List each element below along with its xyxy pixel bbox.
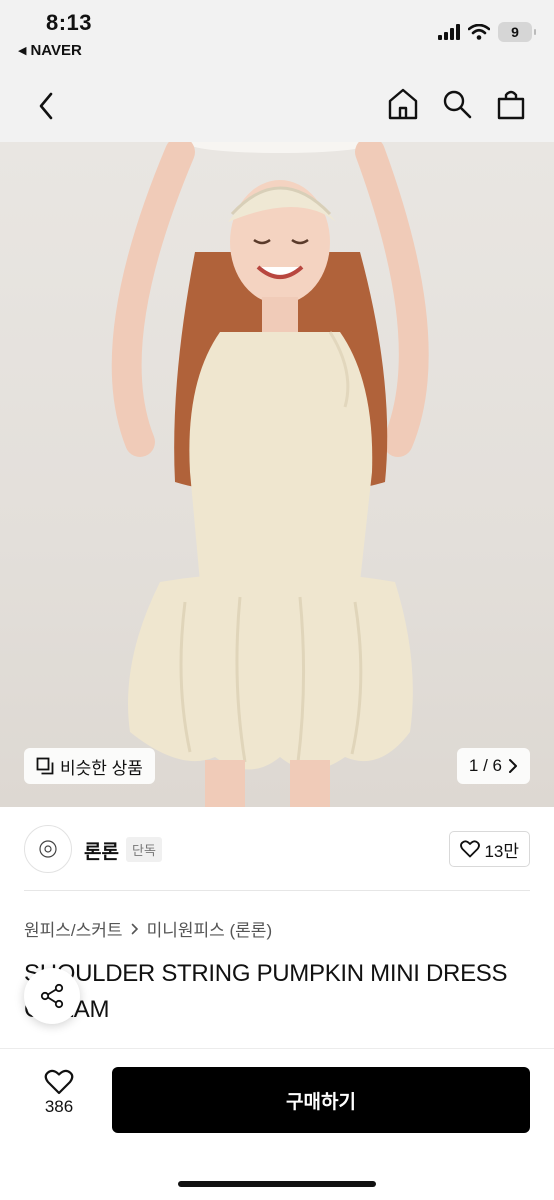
shop-like-button[interactable]: 13만 [449,831,530,867]
similar-products-button[interactable]: 비슷한 상품 [24,748,155,784]
shop-row: 론론 단독 13만 [0,807,554,891]
status-icons: 9 [438,22,536,42]
status-time: 8:13 [46,10,93,35]
battery-level: 9 [511,24,519,40]
home-indicator[interactable] [178,1181,376,1187]
buy-button[interactable]: 구매하기 [112,1067,530,1133]
breadcrumb: 원피스/스커트 미니원피스 (론론) [24,916,272,941]
bottom-action-bar: 386 구매하기 [0,1048,554,1200]
back-app-label: NAVER [30,42,82,59]
search-icon [443,90,472,119]
heart-icon [44,1069,74,1095]
heart-icon [460,840,481,858]
shop-name[interactable]: 론론 [84,837,119,864]
back-triangle-icon: ◀ [18,45,27,57]
product-photo [111,142,429,807]
divider [24,890,530,891]
home-icon [388,88,418,120]
wishlist-button[interactable]: 386 [28,1069,90,1117]
nav-bar [0,70,554,142]
category-sub-link[interactable]: 미니원피스 (론론) [147,916,273,941]
battery-icon: 9 [498,22,536,42]
similar-products-label: 비슷한 상품 [60,758,143,778]
share-button[interactable] [24,968,80,1024]
shop-logo-emblem-icon [39,840,57,858]
chevron-right-icon [131,923,138,934]
home-button[interactable] [386,84,420,124]
back-icon [39,92,53,120]
shop-like-count: 13만 [484,841,519,861]
back-to-app-link[interactable]: ◀ NAVER [18,42,82,59]
bag-icon [497,90,525,120]
category-main-link[interactable]: 원피스/스커트 [24,916,123,941]
wifi-icon [468,24,490,40]
share-icon [40,983,64,1009]
wishlist-count: 386 [44,1097,74,1116]
gallery-page-indicator[interactable]: 1 / 6 [456,748,530,784]
nav-actions [386,84,528,124]
status-bar: 8:13 ◀ NAVER 9 [0,0,554,70]
cellular-signal-icon [438,24,460,40]
cart-button[interactable] [494,84,528,124]
shop-logo[interactable] [24,825,72,873]
gallery-page-label: 1 / 6 [468,756,502,775]
search-button[interactable] [440,84,474,124]
similar-items-icon [36,757,54,775]
product-title: SHOULDER STRING PUMPKIN MINI DRESS CREAM [24,960,508,1023]
exclusive-badge: 단독 [126,837,162,862]
back-button[interactable] [28,86,64,126]
product-image-gallery[interactable]: 비슷한 상품 1 / 6 [0,142,554,807]
chevron-right-icon [509,759,517,773]
